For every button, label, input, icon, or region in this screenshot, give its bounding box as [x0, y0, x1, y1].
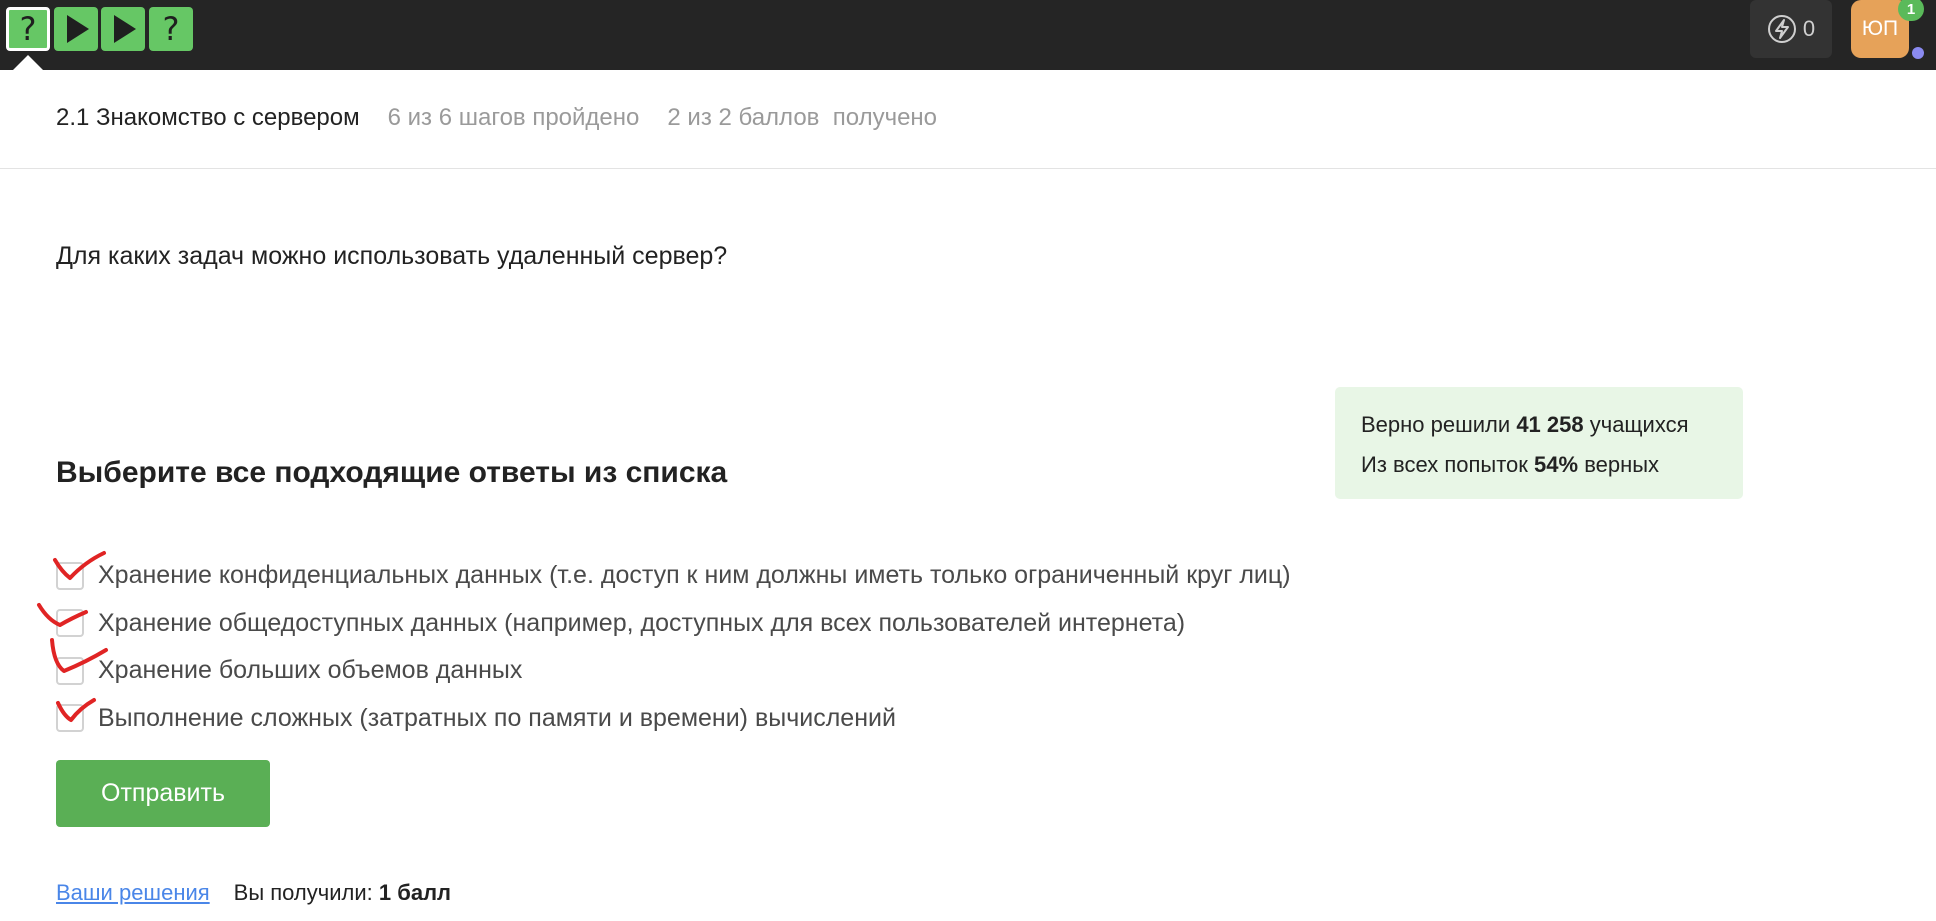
- top-navigation-bar: ? ? 0 ЮП 1: [0, 0, 1936, 70]
- answer-instruction: Выберите все подходящие ответы из списка: [56, 456, 728, 489]
- points-progress: 2 из 2 баллов получено: [667, 104, 938, 131]
- submit-button[interactable]: Отправить: [56, 760, 270, 827]
- step-1-question-button[interactable]: ?: [6, 7, 50, 51]
- active-step-indicator: [13, 55, 43, 70]
- question-mark-icon: ?: [19, 10, 37, 48]
- steps-progress: 6 из 6 шагов пройдено: [387, 104, 640, 131]
- answer-checkbox[interactable]: [56, 656, 84, 685]
- answer-options-list: Хранение конфиденциальных данных (т.е. д…: [56, 552, 1291, 742]
- attempts-percent: 54%: [1534, 452, 1579, 477]
- solved-prefix: Верно решили: [1361, 412, 1511, 437]
- energy-counter[interactable]: 0: [1750, 0, 1832, 58]
- score-value: 1 балл: [378, 880, 452, 905]
- solved-stat-line: Верно решили 41 258 учащихся: [1361, 405, 1717, 445]
- answer-option-label[interactable]: Хранение больших объемов данных: [98, 656, 522, 685]
- notification-count: 1: [1906, 0, 1916, 18]
- energy-count: 0: [1802, 16, 1816, 41]
- score-text: Вы получили: 1 балл: [234, 880, 451, 906]
- play-icon: [67, 15, 89, 43]
- step-4-question-button[interactable]: ?: [149, 7, 193, 51]
- your-solutions-link[interactable]: Ваши решения: [56, 880, 210, 906]
- answer-checkbox[interactable]: [56, 704, 84, 733]
- solved-count: 41 258: [1516, 412, 1584, 437]
- lightning-icon: [1767, 15, 1796, 43]
- lesson-title[interactable]: 2.1 Знакомство с сервером: [56, 104, 360, 132]
- answer-option[interactable]: Выполнение сложных (затратных по памяти …: [56, 695, 1291, 743]
- step-3-video-button[interactable]: [101, 7, 145, 51]
- solve-stats-box: Верно решили 41 258 учащихся Из всех поп…: [1335, 387, 1743, 499]
- answer-option[interactable]: Хранение больших объемов данных: [56, 647, 1291, 695]
- answer-option[interactable]: Хранение конфиденциальных данных (т.е. д…: [56, 552, 1291, 600]
- answer-option[interactable]: Хранение общедоступных данных (например,…: [56, 600, 1291, 648]
- online-status-dot: [1912, 47, 1924, 59]
- answer-checkbox[interactable]: [56, 561, 84, 590]
- answer-option-label[interactable]: Выполнение сложных (затратных по памяти …: [98, 704, 896, 733]
- answer-option-label[interactable]: Хранение общедоступных данных (например,…: [98, 609, 1185, 638]
- answer-checkbox[interactable]: [56, 609, 84, 638]
- lesson-header: 2.1 Знакомство с сервером 6 из 6 шагов п…: [56, 104, 937, 132]
- step-2-video-button[interactable]: [54, 7, 98, 51]
- attempts-stat-line: Из всех попыток 54% верных: [1361, 445, 1717, 485]
- attempts-suffix: верных: [1584, 452, 1660, 477]
- attempts-prefix: Из всех попыток: [1361, 452, 1528, 477]
- play-icon: [114, 15, 136, 43]
- result-footer: Ваши решения Вы получили: 1 балл: [56, 880, 451, 906]
- answer-option-label[interactable]: Хранение конфиденциальных данных (т.е. д…: [98, 561, 1291, 590]
- notification-badge[interactable]: 1: [1898, 0, 1924, 21]
- score-prefix: Вы получили:: [233, 880, 373, 905]
- header-divider: [0, 168, 1936, 169]
- avatar-initials: ЮП: [1861, 17, 1899, 40]
- question-mark-icon: ?: [162, 10, 180, 48]
- question-text: Для каких задач можно использовать удале…: [56, 242, 728, 270]
- solved-suffix: учащихся: [1589, 412, 1689, 437]
